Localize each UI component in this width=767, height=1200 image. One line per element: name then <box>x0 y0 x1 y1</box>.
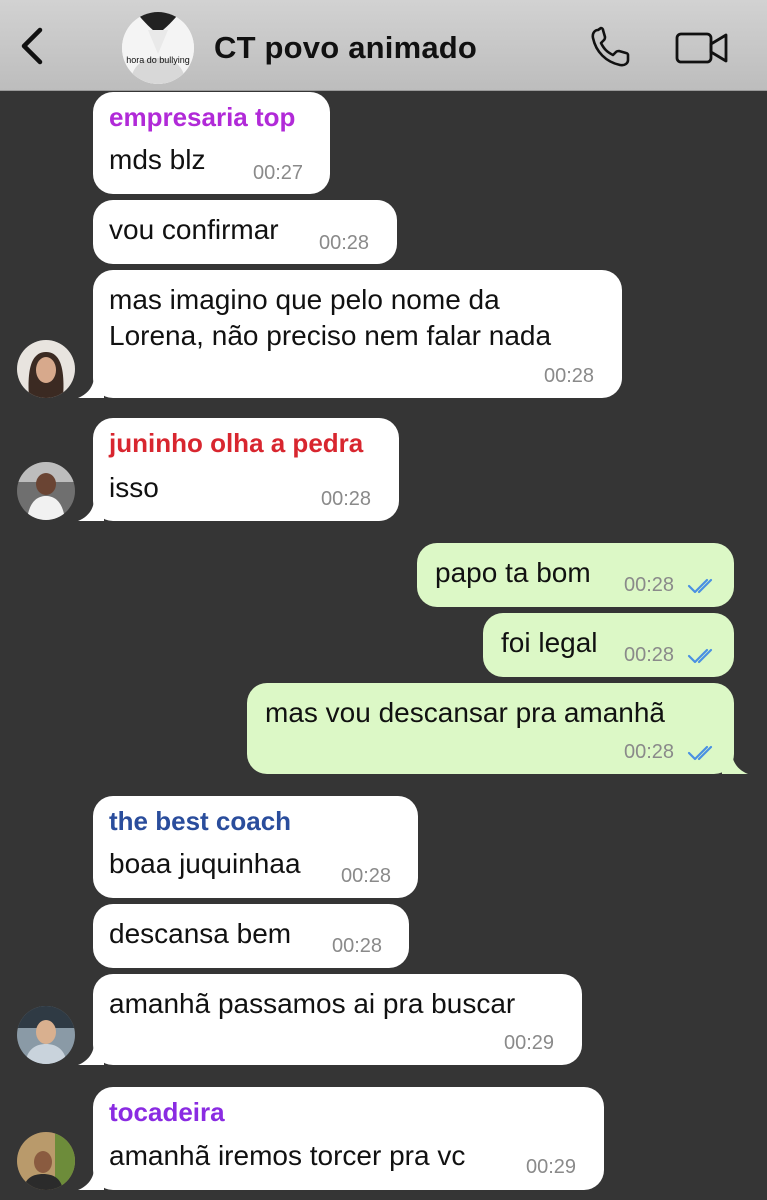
message-text: papo ta bom <box>435 557 591 588</box>
video-camera-icon[interactable] <box>674 28 730 68</box>
avatar[interactable] <box>17 1006 75 1064</box>
message-bubble[interactable]: amanhã passamos ai pra buscar 00:29 <box>93 974 582 1065</box>
message-time: 00:28 <box>624 574 675 596</box>
group-avatar-caption: hora do bullying <box>126 55 190 65</box>
sender-name: tocadeira <box>109 1097 225 1127</box>
message-bubble-outgoing[interactable]: mas vou descansar pra amanhã 00:28 <box>247 683 734 774</box>
message-text: vou confirmar <box>109 214 279 245</box>
sender-name: juninho olha a pedra <box>109 428 364 458</box>
avatar-image <box>17 462 75 520</box>
phone-icon[interactable] <box>588 24 634 70</box>
message-time: 00:28 <box>624 644 675 666</box>
chat-title[interactable]: CT povo animado <box>214 30 477 66</box>
message-bubble[interactable]: the best coach boaa juquinhaa 00:28 <box>93 796 418 898</box>
message-bubble[interactable]: vou confirmar 00:28 <box>93 200 397 264</box>
message-time: 00:29 <box>504 1032 555 1054</box>
sender-name: empresaria top <box>109 102 296 132</box>
message-time: 00:28 <box>321 488 372 510</box>
message-text: mas vou descansar pra amanhã <box>265 697 665 728</box>
avatar[interactable] <box>17 340 75 398</box>
message-bubble-outgoing[interactable]: foi legal 00:28 <box>483 613 734 677</box>
read-ticks-icon <box>687 745 713 761</box>
message-time: 00:29 <box>526 1156 577 1178</box>
message-text: isso <box>109 472 159 503</box>
avatar[interactable] <box>17 1132 75 1190</box>
message-time: 00:27 <box>253 162 304 184</box>
message-text: mds blz <box>109 144 206 175</box>
message-time: 00:28 <box>341 865 392 887</box>
read-ticks-icon <box>687 578 713 594</box>
message-bubble[interactable]: mas imagino que pelo nome da Lorena, não… <box>93 270 622 398</box>
message-bubble-outgoing[interactable]: papo ta bom 00:28 <box>417 543 734 607</box>
group-avatar[interactable]: hora do bullying <box>122 12 194 84</box>
chat-header: hora do bullying CT povo animado <box>0 0 767 91</box>
message-time: 00:28 <box>544 365 595 387</box>
avatar[interactable] <box>17 462 75 520</box>
message-text: foi legal <box>501 627 598 658</box>
avatar-image <box>17 1132 75 1190</box>
message-text: boaa juquinhaa <box>109 848 301 879</box>
message-time: 00:28 <box>319 232 370 254</box>
message-time: 00:28 <box>624 741 675 763</box>
message-text: amanhã passamos ai pra buscar <box>109 988 516 1019</box>
read-ticks-icon <box>687 648 713 664</box>
message-bubble[interactable]: juninho olha a pedra isso 00:28 <box>93 418 399 521</box>
message-text: Lorena, não preciso nem falar nada <box>109 320 552 351</box>
message-time: 00:28 <box>332 935 383 957</box>
message-bubble[interactable]: empresaria top mds blz 00:27 <box>93 92 330 194</box>
back-icon[interactable] <box>14 22 50 70</box>
avatar-image <box>17 340 75 398</box>
sender-name: the best coach <box>109 806 292 836</box>
group-avatar-image <box>122 12 194 84</box>
avatar-image <box>17 1006 75 1064</box>
message-text: mas imagino que pelo nome da <box>109 284 500 315</box>
message-bubble[interactable]: descansa bem 00:28 <box>93 904 409 968</box>
message-bubble[interactable]: tocadeira amanhã iremos torcer pra vc 00… <box>93 1087 604 1190</box>
message-text: descansa bem <box>109 918 292 949</box>
message-text: amanhã iremos torcer pra vc <box>109 1140 466 1171</box>
